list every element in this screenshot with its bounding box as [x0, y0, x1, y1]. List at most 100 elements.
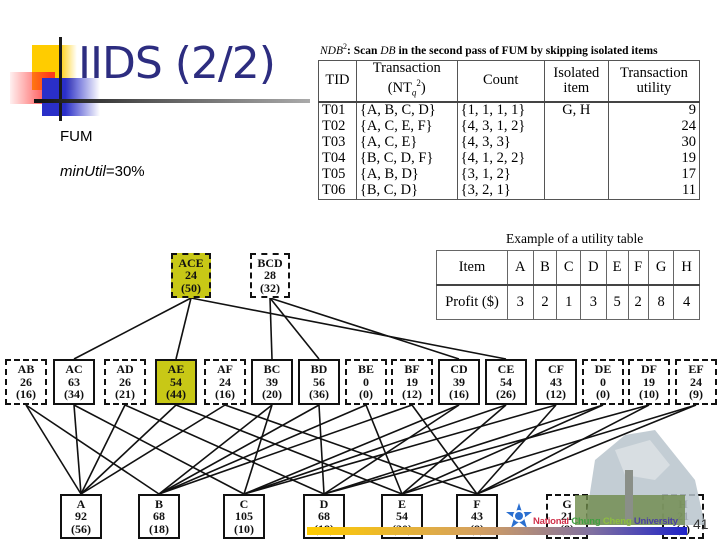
header-tid: TID	[318, 60, 357, 103]
ndb-cell-isolated: G, H	[543, 101, 609, 119]
ndb-table: TID Transaction (NTq2) Count Isolated item…	[318, 60, 701, 200]
edge-ac-a	[73, 404, 82, 495]
node-paren: (36)	[309, 387, 329, 402]
item-label: Item	[436, 250, 508, 286]
utility-item-c: C	[556, 250, 582, 286]
ndb-row: T06 {B, C, D} {3, 2, 1} 11	[318, 182, 701, 200]
header-transaction-line1: Transaction	[372, 60, 441, 76]
ndb-cell-isolated	[543, 134, 609, 151]
node-name: EF	[688, 362, 704, 377]
lattice-node-de: DE 0 (0)	[582, 359, 624, 405]
lattice-node-bd: BD 56 (36)	[298, 359, 340, 405]
node-name: BC	[263, 362, 281, 377]
node-paren: (44)	[166, 387, 186, 402]
utility-profit-c: 1	[556, 284, 582, 320]
node-value: 68	[318, 509, 330, 524]
ndb-cell-count: {4, 3, 1, 2}	[456, 118, 545, 135]
edge-bc-b	[158, 404, 273, 495]
node-paren: (16)	[16, 387, 36, 402]
node-paren: (10)	[234, 521, 254, 536]
ndb-cell-utility: 17	[607, 166, 701, 183]
node-name: AC	[65, 362, 83, 377]
node-paren: (0)	[596, 387, 610, 402]
ndb-cell-tid: T01	[318, 101, 357, 119]
ndb-cell-transaction: {B, C, D, F}	[355, 150, 458, 167]
utility-table: Item A B C D E F G H Profit ($) 3 2 1 3 5 2 8 4	[436, 250, 700, 320]
ndb-cell-count: {3, 1, 2}	[456, 166, 545, 183]
ndb-header-row: TID Transaction (NTq2) Count Isolated item…	[318, 60, 701, 103]
node-name: BD	[310, 362, 328, 377]
lattice-node-ef: EF 24 (9)	[675, 359, 717, 405]
ndb-row: T04 {B, C, D, F} {4, 1, 2, 2} 19	[318, 150, 701, 167]
utility-profit-h: 4	[673, 284, 700, 320]
edge-ace-ae	[175, 297, 192, 360]
node-value: 24	[185, 268, 197, 283]
lattice-node-bf: BF 19 (12)	[391, 359, 433, 405]
node-paren: (32)	[260, 280, 280, 295]
ndb-cell-utility: 9	[607, 101, 701, 119]
node-paren: (12)	[546, 387, 566, 402]
node-paren: (26)	[496, 387, 516, 402]
campus-building-image	[575, 430, 705, 525]
lattice-node-c: C 105 (10)	[223, 494, 265, 539]
header-count: Count	[456, 60, 545, 103]
edge-ab-a	[25, 404, 82, 495]
utility-profit-g: 8	[647, 284, 675, 320]
node-name: CF	[548, 362, 564, 377]
node-name: AF	[217, 362, 233, 377]
edge-ac-c	[73, 404, 245, 495]
utility-profit-b: 2	[532, 284, 558, 320]
caption-rest: in the second pass of FUM by skipping is…	[395, 44, 658, 57]
ndb-cell-utility: 11	[607, 182, 701, 200]
utility-profit-d: 3	[580, 284, 607, 320]
utility-item-h: H	[673, 250, 700, 286]
node-name: BE	[357, 362, 374, 377]
ndb-row: T02 {A, C, E, F} {4, 3, 1, 2} 24	[318, 118, 701, 135]
ndb-cell-transaction: {A, B, C, D}	[355, 101, 458, 119]
ndb-cell-transaction: {A, C, E}	[355, 134, 458, 151]
ndb-cell-count: {3, 2, 1}	[456, 182, 545, 200]
node-paren: (12)	[402, 387, 422, 402]
caption-db: DB	[380, 44, 396, 57]
edge-cd-c	[243, 404, 460, 495]
node-paren: (21)	[115, 387, 135, 402]
node-name: CD	[450, 362, 468, 377]
edge-ce-e	[401, 404, 507, 495]
header-transaction-close: )	[420, 79, 426, 96]
lattice-node-b: B 68 (18)	[138, 494, 180, 539]
node-name: AB	[17, 362, 35, 377]
node-value: 28	[264, 268, 276, 283]
header-transaction-sub: q	[411, 87, 417, 98]
caption-mid: : Scan	[347, 44, 381, 57]
utility-item-g: G	[647, 250, 675, 286]
utility-item-e: E	[605, 250, 629, 286]
ndb-cell-utility: 30	[607, 134, 701, 151]
page-number: 41	[693, 516, 709, 532]
utility-table-caption: Example of a utility table	[506, 231, 644, 246]
node-value: 92	[75, 509, 87, 524]
lattice-node-be: BE 0 (0)	[345, 359, 387, 405]
header-utility: Transaction utility	[607, 60, 701, 103]
utility-item-d: D	[580, 250, 607, 286]
edge-bd-d	[318, 404, 325, 495]
ndb-cell-isolated	[543, 182, 609, 200]
node-name: AD	[116, 362, 134, 377]
ndb-cell-tid: T04	[318, 150, 357, 167]
ndb-row: T05 {A, B, D} {3, 1, 2} 17	[318, 166, 701, 183]
node-name: DF	[641, 362, 657, 377]
lattice-node-ac: AC 63 (34)	[53, 359, 95, 405]
edge-bcd-bc	[269, 297, 273, 360]
edge-ae-a	[80, 404, 177, 495]
ndb-cell-transaction: {A, C, E, F}	[355, 118, 458, 135]
node-name: BF	[404, 362, 420, 377]
header-utility-line2: utility	[636, 79, 672, 96]
header-transaction: Transaction (NTq2)	[355, 60, 458, 103]
lattice-node-cf: CF 43 (12)	[535, 359, 577, 405]
header-isolated: Isolated item	[543, 60, 609, 103]
node-paren: (0)	[359, 387, 373, 402]
header-isolated-line1: Isolated	[553, 64, 600, 81]
lattice-node-bcd: BCD 28 (32)	[250, 253, 290, 298]
header-transaction-line2: (NT	[387, 79, 412, 96]
lattice-node-ace: ACE 24 (50)	[171, 253, 211, 298]
ndb-cell-isolated	[543, 150, 609, 167]
